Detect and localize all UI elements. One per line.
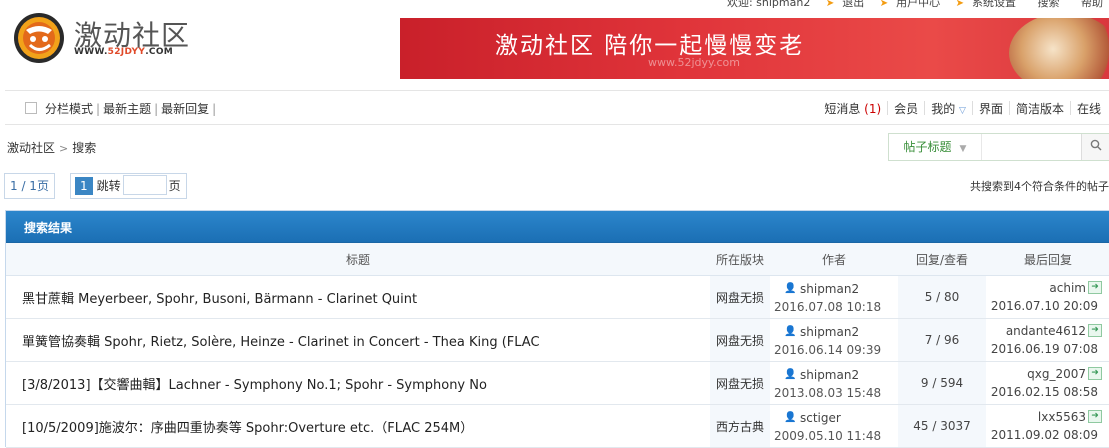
results-header: 搜索结果 — [6, 211, 1109, 243]
site-url: WWW.52JDYY.COM — [74, 47, 174, 57]
system-settings-link[interactable]: ➤ 系统设置 — [950, 0, 1016, 9]
logo-icon[interactable] — [12, 12, 68, 64]
last-reply-date: 2016.07.10 20:09 — [990, 299, 1098, 313]
goto-last-icon[interactable]: ➜ — [1088, 281, 1102, 294]
thread-date: 2016.07.08 10:18 — [774, 299, 882, 314]
search-results: 搜索结果 标题 所在版块 作者 回复/查看 最后回复 黑甘蔗輯 Meyerbee… — [5, 210, 1109, 448]
breadcrumb-home[interactable]: 激动社区 — [7, 141, 55, 155]
top-nav: 欢迎: shipman2 ➤ 退出 ➤ 用户中心 ➤ 系统设置 搜索 帮助 — [721, 0, 1103, 10]
dropdown-icon: ▽ — [959, 106, 966, 116]
search-box: 帖子标题 ▼ — [888, 133, 1109, 161]
thread-title[interactable]: 黑甘蔗輯 Meyerbeer, Spohr, Busoni, Bärmann -… — [6, 275, 710, 319]
thread-date: 2009.05.10 11:48 — [774, 428, 882, 443]
banner[interactable]: 激动社区 陪你一起慢慢变老 www.52jdyy.com — [400, 18, 1109, 79]
top-search-link[interactable]: 搜索 — [1038, 0, 1060, 9]
col-author: 作者 — [770, 243, 898, 276]
jump-label: 跳转 — [96, 179, 121, 193]
table-row: 單簧管協奏輯 Spohr, Rietz, Solère, Heinze - Cl… — [6, 318, 1109, 362]
thread-stats: 5 / 80 — [898, 275, 986, 319]
goto-last-icon[interactable]: ➜ — [1088, 367, 1102, 380]
thread-author[interactable]: 👤 shipman2 — [774, 325, 897, 339]
page-current[interactable]: 1 — [75, 177, 93, 195]
last-reply-date: 2016.02.15 08:58 — [990, 385, 1098, 399]
last-reply-date: 2016.06.19 07:08 — [990, 342, 1098, 356]
user-icon: 👤 — [784, 282, 797, 294]
split-mode-checkbox[interactable] — [25, 102, 37, 114]
online-link[interactable]: 在线 — [1077, 102, 1101, 116]
thread-board[interactable]: 网盘无损 — [710, 318, 770, 362]
thread-author[interactable]: 👤 shipman2 — [774, 282, 897, 296]
simple-version-link[interactable]: 简洁版本 — [1016, 102, 1064, 116]
split-mode-link[interactable]: 分栏模式 — [45, 102, 93, 116]
members-link[interactable]: 会员 — [894, 102, 918, 116]
page-unit: 页 — [168, 179, 181, 193]
last-reply-user[interactable]: qxg_2007 ➜ — [987, 367, 1106, 381]
table-row: 黑甘蔗輯 Meyerbeer, Spohr, Busoni, Bärmann -… — [6, 275, 1109, 319]
last-reply-user[interactable]: lxx5563 ➜ — [987, 410, 1106, 424]
thread-date: 2016.06.14 09:39 — [774, 342, 882, 357]
chevron-right-icon: > — [59, 142, 69, 155]
greeting-link[interactable]: 欢迎: shipman2 — [727, 0, 810, 9]
search-input[interactable] — [985, 138, 1073, 156]
last-reply-date: 2011.09.02 08:09 — [990, 428, 1098, 442]
latest-replies-link[interactable]: 最新回复 — [161, 102, 209, 116]
user-icon: 👤 — [784, 411, 797, 423]
goto-last-icon[interactable]: ➜ — [1088, 324, 1102, 337]
banner-url: www.52jdyy.com — [648, 56, 740, 69]
last-reply-user[interactable]: andante4612 ➜ — [987, 324, 1106, 338]
user-icon: 👤 — [784, 325, 797, 337]
col-board: 所在版块 — [710, 243, 770, 276]
breadcrumb-current: 搜索 — [72, 141, 97, 155]
arrow-icon: ➤ — [955, 0, 964, 9]
table-row: [3/8/2013]【交響曲輯】Lachner - Symphony No.1;… — [6, 361, 1109, 405]
page-jump-input[interactable] — [122, 174, 167, 195]
col-last-reply: 最后回复 — [986, 243, 1109, 276]
interface-link[interactable]: 界面 — [979, 102, 1003, 116]
thread-board[interactable]: 网盘无损 — [710, 361, 770, 405]
results-table: 标题 所在版块 作者 回复/查看 最后回复 黑甘蔗輯 Meyerbeer, Sp… — [6, 243, 1109, 448]
last-reply-user[interactable]: achim ➜ — [987, 281, 1106, 295]
table-header-row: 标题 所在版块 作者 回复/查看 最后回复 — [6, 243, 1109, 276]
user-center-link[interactable]: ➤ 用户中心 — [874, 0, 940, 9]
search-icon[interactable] — [1081, 134, 1109, 160]
thread-title[interactable]: [3/8/2013]【交響曲輯】Lachner - Symphony No.1;… — [6, 361, 710, 405]
thread-board[interactable]: 网盘无损 — [710, 275, 770, 319]
messages-link[interactable]: 短消息 (1) — [824, 102, 881, 116]
thread-title[interactable]: [10/5/2009]施波尔：序曲四重协奏等 Spohr:Overture et… — [6, 404, 710, 448]
thread-stats: 7 / 96 — [898, 318, 986, 362]
toolbar: 分栏模式 | 最新主题 | 最新回复 | 短消息 (1) 会员 我的 ▽ 界面 简洁版本 在线 — [5, 90, 1109, 125]
thread-author[interactable]: 👤 shipman2 — [774, 368, 897, 382]
chevron-down-icon: ▼ — [959, 144, 967, 154]
col-stats: 回复/查看 — [898, 243, 986, 276]
banner-image — [1009, 18, 1109, 79]
help-link[interactable]: 帮助 — [1081, 0, 1103, 9]
arrow-icon: ➤ — [825, 0, 835, 9]
latest-topics-link[interactable]: 最新主题 — [103, 102, 151, 116]
thread-stats: 9 / 594 — [898, 361, 986, 405]
mine-menu[interactable]: 我的 ▽ — [931, 102, 966, 116]
result-count: 共搜索到4个符合条件的帖子 — [970, 180, 1109, 193]
logout-link[interactable]: ➤ 退出 — [820, 0, 864, 9]
thread-title[interactable]: 單簧管協奏輯 Spohr, Rietz, Solère, Heinze - Cl… — [6, 318, 710, 362]
thread-stats: 45 / 3037 — [898, 404, 986, 448]
user-icon: 👤 — [784, 368, 797, 380]
page-info: 1 / 1页 — [4, 173, 55, 199]
thread-date: 2013.08.03 15:48 — [774, 385, 882, 400]
search-type-select[interactable]: 帖子标题 ▼ — [889, 134, 982, 160]
col-title: 标题 — [6, 243, 710, 276]
messages-count: (1) — [864, 102, 882, 116]
breadcrumb: 激动社区 > 搜索 — [7, 139, 96, 156]
arrow-icon: ➤ — [879, 0, 889, 9]
table-row: [10/5/2009]施波尔：序曲四重协奏等 Spohr:Overture et… — [6, 404, 1109, 448]
goto-last-icon[interactable]: ➜ — [1088, 410, 1102, 423]
banner-text: 激动社区 陪你一起慢慢变老 — [495, 33, 805, 59]
thread-author[interactable]: 👤 sctiger — [774, 411, 897, 425]
thread-board[interactable]: 西方古典 — [710, 404, 770, 448]
pagination: 1 跳转 页 — [70, 173, 187, 199]
